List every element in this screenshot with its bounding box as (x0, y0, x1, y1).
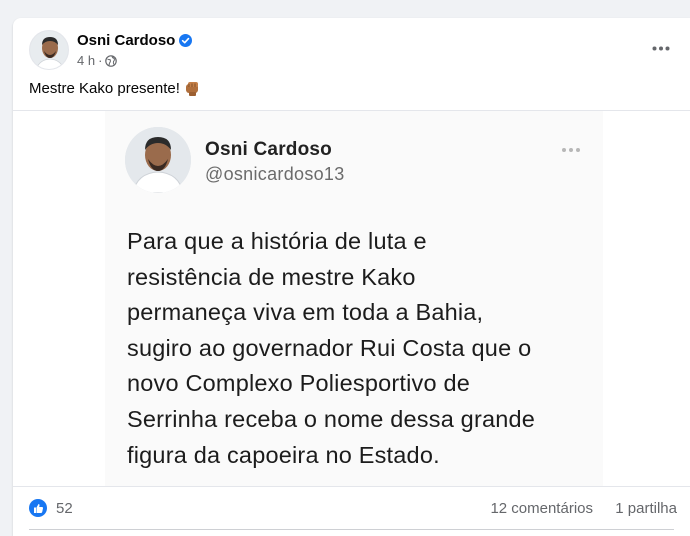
post-message: Mestre Kako presente! (29, 80, 201, 97)
tweet-handle: @osnicardoso13 (205, 164, 345, 184)
separator-dot: · (98, 53, 103, 68)
post-options-button[interactable] (646, 36, 676, 60)
comments-count-link[interactable]: 12 comentários (490, 500, 593, 517)
feed-background (0, 0, 690, 18)
post-image[interactable]: Osni Cardoso @osnicardoso13 Para que a h… (13, 110, 690, 487)
like-reaction-icon[interactable] (29, 499, 47, 517)
post-message-text: Mestre Kako presente! (29, 80, 180, 97)
post-header: Osni Cardoso 4 h · (13, 18, 690, 78)
raised-fist-icon (184, 80, 201, 97)
shares-count-link[interactable]: 1 partilha (615, 500, 677, 517)
reaction-count[interactable]: 52 (56, 500, 73, 517)
post-card: Osni Cardoso 4 h · Mestre Kako presente!… (13, 18, 690, 536)
tweet-more-icon (560, 141, 582, 152)
verified-badge-icon (179, 34, 193, 47)
more-options-icon (652, 46, 670, 50)
tweet-avatar (125, 127, 191, 193)
footer-divider (29, 529, 674, 530)
author-avatar[interactable] (29, 30, 69, 70)
author-name[interactable]: Osni Cardoso (77, 32, 175, 49)
tweet-text: Para que a história de luta e resistênci… (127, 228, 536, 468)
post-footer: 52 12 comentários 1 partilha (13, 495, 690, 529)
tweet-author-name: Osni Cardoso (205, 139, 332, 160)
globe-icon (105, 54, 118, 67)
tweet-screenshot: Osni Cardoso @osnicardoso13 Para que a h… (105, 111, 603, 486)
post-time[interactable]: 4 h (77, 53, 95, 68)
